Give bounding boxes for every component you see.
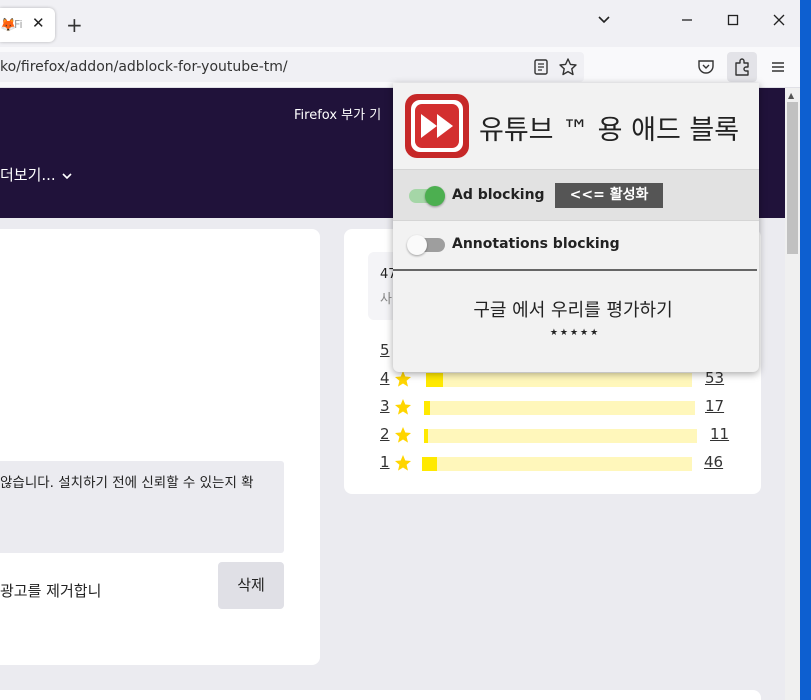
- rating-row-2[interactable]: 2 11: [380, 425, 740, 447]
- rating-count[interactable]: 46: [704, 453, 723, 471]
- star-icon: [395, 399, 411, 415]
- rating-row-1[interactable]: 1 46: [380, 453, 740, 475]
- star-icon: [395, 455, 411, 471]
- puzzle-icon: [735, 58, 749, 76]
- rating-count[interactable]: 17: [705, 397, 724, 415]
- scroll-up-arrow-icon[interactable]: ▲: [788, 91, 794, 100]
- rating-bar: [424, 429, 697, 443]
- extension-popup: 유튜브 ™ 용 애드 블록 Ad blocking <<= 활성화 Annota…: [393, 83, 759, 372]
- rating-row-3[interactable]: 3 17: [380, 397, 740, 419]
- rating-stars-number[interactable]: 1: [380, 453, 390, 471]
- rating-bar-fill: [426, 373, 443, 387]
- rating-bar-fill: [424, 401, 430, 415]
- minimize-button[interactable]: [680, 13, 694, 27]
- rate-stars[interactable]: ★★★★★: [393, 328, 757, 338]
- page-scrollbar[interactable]: ▲: [785, 88, 800, 700]
- star-icon: [395, 427, 411, 443]
- toggle-knob: [407, 235, 427, 255]
- addon-description: 광고를 제거합니: [0, 582, 102, 600]
- annotations-blocking-label: Annotations blocking: [452, 236, 620, 252]
- rating-bar: [424, 401, 695, 415]
- bookmark-star-icon[interactable]: [557, 56, 579, 78]
- browser-tab[interactable]: 🦊 Fi ✕: [0, 8, 55, 42]
- maximize-button[interactable]: [726, 13, 740, 27]
- navigation-toolbar: ko/firefox/addon/adblock-for-youtube-tm/: [0, 47, 800, 88]
- more-link-label: 더보기...: [0, 166, 56, 184]
- rating-bar: [422, 457, 692, 471]
- ad-blocking-row: Ad blocking <<= 활성화: [393, 169, 759, 221]
- rating-stars-number[interactable]: 5: [380, 341, 390, 359]
- ad-blocking-toggle[interactable]: [409, 186, 445, 206]
- url-bar[interactable]: ko/firefox/addon/adblock-for-youtube-tm/: [0, 52, 584, 82]
- popup-divider: [393, 269, 757, 271]
- extensions-button[interactable]: [727, 52, 757, 82]
- summary-line-2: 사: [380, 292, 392, 307]
- rating-stars-number[interactable]: 4: [380, 369, 390, 387]
- warning-notice: 않습니다. 설치하기 전에 신뢰할 수 있는지 확: [0, 461, 284, 553]
- rating-bar: [426, 373, 692, 387]
- toggle-knob: [425, 186, 445, 206]
- more-menu-link[interactable]: 더보기...: [0, 164, 73, 185]
- delete-button[interactable]: 삭제: [218, 562, 284, 609]
- activate-badge: <<= 활성화: [555, 183, 663, 208]
- menu-icon[interactable]: [767, 56, 789, 78]
- next-card: [0, 690, 761, 700]
- notice-text: 않습니다. 설치하기 전에 신뢰할 수 있는지 확: [0, 475, 254, 491]
- annotations-blocking-toggle[interactable]: [407, 235, 445, 255]
- rating-row-4[interactable]: 4 53: [380, 369, 740, 391]
- tab-title: Fi: [14, 18, 23, 31]
- rating-bar-fill: [424, 429, 428, 443]
- close-window-button[interactable]: [772, 13, 786, 27]
- desktop-background: [800, 0, 811, 700]
- header-link[interactable]: Firefox 부가 기: [294, 104, 381, 123]
- rating-bar-fill: [422, 457, 437, 471]
- popup-header: 유튜브 ™ 용 애드 블록: [393, 83, 759, 169]
- annotations-blocking-row: Annotations blocking: [393, 220, 759, 270]
- pocket-icon[interactable]: [695, 56, 717, 78]
- star-icon: [395, 371, 411, 387]
- list-all-tabs-button[interactable]: [596, 11, 612, 27]
- new-tab-button[interactable]: +: [66, 13, 83, 37]
- tab-strip: 🦊 Fi ✕ +: [0, 0, 800, 47]
- close-tab-icon[interactable]: ✕: [32, 14, 45, 32]
- rating-count[interactable]: 11: [710, 425, 729, 443]
- scroll-thumb[interactable]: [787, 102, 798, 254]
- ad-blocking-label: Ad blocking: [452, 187, 545, 203]
- reader-view-icon[interactable]: [530, 56, 552, 78]
- popup-title: 유튜브 ™ 용 애드 블록: [479, 115, 740, 146]
- rating-stars-number[interactable]: 2: [380, 425, 390, 443]
- url-text[interactable]: ko/firefox/addon/adblock-for-youtube-tm/: [0, 59, 288, 75]
- rate-us-link[interactable]: 구글 에서 우리를 평가하기: [393, 296, 753, 322]
- adblock-logo-icon: [404, 93, 470, 159]
- rating-stars-number[interactable]: 3: [380, 397, 390, 415]
- chevron-down-icon: [61, 172, 72, 179]
